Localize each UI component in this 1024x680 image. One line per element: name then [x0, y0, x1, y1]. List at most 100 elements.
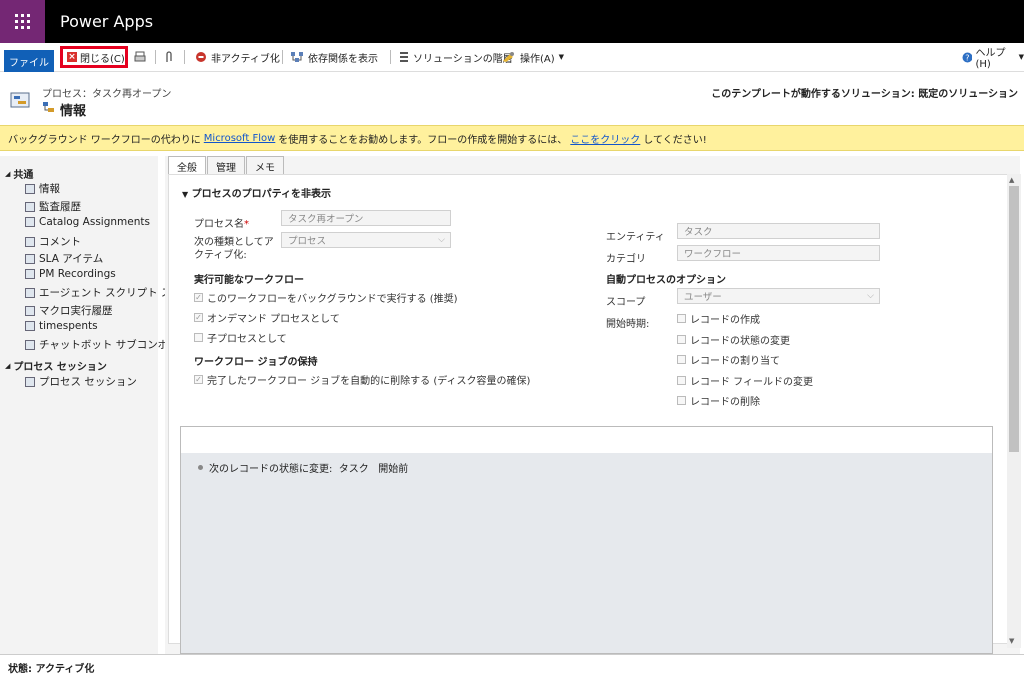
recording-icon: [25, 269, 35, 279]
category-input[interactable]: ワークフロー: [677, 245, 880, 261]
sla-icon: [25, 253, 35, 264]
click-here-link[interactable]: ここをクリック: [570, 131, 640, 146]
solution-info: このテンプレートが動作するソリューション: 既定のソリューション: [711, 89, 1018, 100]
checkbox-icon: ✓: [194, 293, 203, 302]
on-demand-checkbox[interactable]: ✓ オンデマンド プロセスとして: [194, 310, 340, 325]
bullet-icon: [198, 465, 203, 470]
help-menu[interactable]: ? ヘルプ(H) ▼: [962, 48, 1024, 70]
paperclip-icon: [166, 50, 172, 62]
scroll-thumb[interactable]: [1009, 186, 1019, 452]
start-when-label: 開始時期:: [606, 319, 650, 330]
nav-item-process-session[interactable]: プロセス セッション: [25, 374, 137, 389]
run-background-checkbox[interactable]: ✓ このワークフローをバックグラウンドで実行する (推奨): [194, 290, 458, 305]
dependencies-label: 依存関係を表示: [308, 53, 378, 65]
designer-toolbar: [181, 427, 992, 453]
scope-label: スコープ: [606, 297, 646, 308]
nav-item-info[interactable]: 情報: [25, 181, 60, 196]
nav-item-agent-script[interactable]: エージェント スクリプト ス...: [25, 285, 181, 300]
collapse-icon: ◢: [5, 169, 11, 178]
nav-item-sla[interactable]: SLA アイテム: [25, 251, 103, 266]
top-bar: [0, 0, 1024, 43]
nav-item-chatbot[interactable]: チャットボット サブコンポ...: [25, 337, 178, 352]
page-title: 情報: [60, 104, 87, 119]
app-title: Power Apps: [60, 12, 154, 31]
script-icon: [25, 287, 35, 298]
macro-icon: [25, 305, 35, 316]
record-field-checkbox[interactable]: レコード フィールドの変更: [677, 373, 813, 388]
checkbox-icon: [677, 314, 686, 323]
banner-text: してください!: [643, 134, 707, 146]
catalog-icon: [25, 217, 35, 227]
scroll-down-icon[interactable]: ▼: [1009, 637, 1014, 645]
actions-icon: [503, 52, 514, 62]
scope-select[interactable]: ユーザー ⌵: [677, 288, 880, 304]
solution-layers-label: ソリューションの階層: [413, 53, 513, 65]
section-toggle[interactable]: ▼ プロセスのプロパティを非表示: [182, 185, 331, 200]
chevron-down-icon: ⌵: [438, 235, 445, 245]
nav-item-audit[interactable]: 監査履歴: [25, 199, 81, 214]
notification-banner: バックグラウンド ワークフローの代わりに Microsoft Flow を使用す…: [0, 125, 1024, 151]
solution-layers-button[interactable]: ソリューションの階層: [399, 48, 513, 66]
nav-group-process-session[interactable]: ◢ プロセス セッション: [5, 358, 107, 374]
attach-button[interactable]: [164, 48, 174, 66]
nav-group-common[interactable]: ◢ 共通: [5, 166, 33, 182]
tab-notes[interactable]: メモ: [246, 156, 284, 176]
layers-icon: [400, 52, 408, 62]
dependencies-icon: [291, 52, 303, 62]
available-workflow-heading: 実行可能なワークフロー: [194, 275, 304, 286]
checkbox-icon: [677, 355, 686, 364]
record-delete-checkbox[interactable]: レコードの削除: [677, 393, 760, 408]
deactivate-button[interactable]: 非アクティブ化: [195, 48, 280, 66]
nav-item-comments[interactable]: コメント: [25, 234, 81, 249]
checkbox-icon: [677, 376, 686, 385]
close-icon: ×: [67, 52, 77, 62]
checkbox-icon: ✓: [194, 375, 203, 384]
workflow-step[interactable]: 次のレコードの状態に変更: タスク 開始前: [198, 460, 408, 475]
microsoft-flow-link[interactable]: Microsoft Flow: [204, 133, 276, 144]
audit-icon: [25, 201, 35, 212]
info-icon: [42, 101, 55, 117]
child-process-checkbox[interactable]: 子プロセスとして: [194, 330, 287, 345]
record-status-checkbox[interactable]: レコードの状態の変更: [677, 332, 790, 347]
checkbox-icon: [677, 335, 686, 344]
scroll-up-icon[interactable]: ▲: [1009, 176, 1014, 184]
auto-delete-checkbox[interactable]: ✓ 完了したワークフロー ジョブを自動的に削除する (ディスク容量の確保): [194, 372, 530, 387]
tab-admin[interactable]: 管理: [207, 156, 245, 176]
record-assign-checkbox[interactable]: レコードの割り当て: [677, 352, 780, 367]
activate-as-select[interactable]: プロセス ⌵: [281, 232, 451, 248]
nav-item-macro-history[interactable]: マクロ実行履歴: [25, 303, 113, 318]
entity-input[interactable]: タスク: [677, 223, 880, 239]
activate-as-label: 次の種類としてアクティブ化:: [194, 237, 274, 261]
process-name-input[interactable]: タスク再オープン: [281, 210, 451, 226]
print-icon: [134, 51, 146, 62]
collapse-icon: ▼: [182, 190, 189, 199]
print-button[interactable]: [134, 48, 146, 66]
chevron-down-icon: ▼: [558, 53, 565, 61]
retention-heading: ワークフロー ジョブの保持: [194, 357, 318, 368]
entity-label: エンティティ: [606, 232, 665, 243]
checkbox-icon: [677, 396, 686, 405]
required-icon: *: [244, 219, 249, 230]
file-button[interactable]: ファイル: [4, 50, 54, 72]
record-create-checkbox[interactable]: レコードの作成: [677, 311, 760, 326]
app-launcher-icon[interactable]: [0, 0, 45, 43]
show-dependencies-button[interactable]: 依存関係を表示: [290, 48, 378, 66]
banner-text: バックグラウンド ワークフローの代わりに: [8, 134, 201, 146]
nav-item-catalog[interactable]: Catalog Assignments: [25, 216, 150, 228]
actions-menu[interactable]: 操作(A) ▼: [502, 48, 564, 66]
nav-item-timespents[interactable]: timespents: [25, 320, 98, 332]
form-tabs: 全般 管理 メモ: [168, 156, 285, 176]
svg-text:?: ?: [965, 53, 969, 62]
category-label: カテゴリ: [606, 254, 646, 265]
close-button[interactable]: × 閉じる(C): [60, 46, 128, 68]
help-icon: ?: [962, 52, 972, 62]
nav-item-pm-recordings[interactable]: PM Recordings: [25, 268, 116, 280]
left-navigation: [0, 156, 158, 654]
process-name-label: プロセス名*: [194, 219, 249, 230]
time-icon: [25, 321, 35, 331]
checkbox-icon: ✓: [194, 313, 203, 322]
tab-general[interactable]: 全般: [168, 156, 206, 176]
process-icon: [10, 92, 32, 110]
status-bar: 状態: アクティブ化: [0, 654, 1024, 680]
actions-label: 操作(A): [520, 53, 555, 65]
